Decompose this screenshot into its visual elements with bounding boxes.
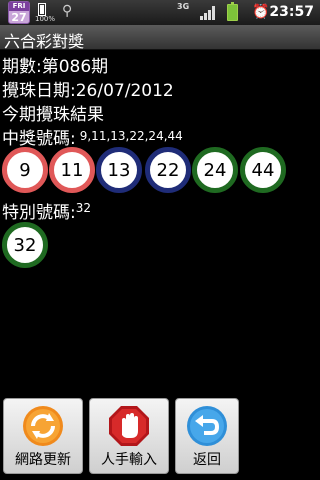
hand-stop-icon xyxy=(109,406,149,446)
winning-numbers-row: 中獎號碼: 9,11,13,22,24,44 xyxy=(2,124,183,149)
usb-icon: ⚲ xyxy=(62,3,73,19)
back-arrow-icon xyxy=(187,406,227,446)
winning-ball: 44 xyxy=(240,147,286,193)
signal-icon xyxy=(200,5,218,20)
alarm-icon: ⏰ xyxy=(252,4,270,20)
back-button[interactable]: 返回 xyxy=(175,398,239,474)
winning-ball: 22 xyxy=(145,147,191,193)
clock: 23:57 xyxy=(269,4,314,20)
winning-ball: 9 xyxy=(2,147,48,193)
winning-label: 中獎號碼: xyxy=(2,129,76,149)
calendar-day-of-week: FRI xyxy=(9,2,29,11)
manual-input-label: 人手輸入 xyxy=(101,452,157,468)
refresh-icon xyxy=(23,406,63,446)
manual-input-button[interactable]: 人手輸入 xyxy=(89,398,169,474)
winning-ball: 11 xyxy=(49,147,95,193)
special-number-row: 特別號碼:32 xyxy=(2,198,91,223)
special-number-text: 32 xyxy=(75,201,92,215)
network-type: 3G xyxy=(177,2,190,11)
special-label: 特別號碼: xyxy=(2,203,76,223)
calendar-day: 27 xyxy=(11,11,27,24)
battery-icon xyxy=(227,2,238,21)
status-bar: FRI 27 100% ⚲ 3G ⏰ 23:57 xyxy=(0,0,320,25)
winning-ball: 24 xyxy=(192,147,238,193)
draw-date-label: 攪珠日期:26/07/2012 xyxy=(2,81,174,101)
small-battery-percent: 100% xyxy=(35,15,56,23)
title-bar: 六合彩對獎 xyxy=(0,25,320,51)
network-update-button[interactable]: 網路更新 xyxy=(3,398,83,474)
period-label: 期數:第086期 xyxy=(2,57,109,77)
app-title: 六合彩對獎 xyxy=(4,32,85,51)
back-label: 返回 xyxy=(193,452,221,468)
network-update-label: 網路更新 xyxy=(15,452,71,468)
winning-ball: 13 xyxy=(96,147,142,193)
calendar-icon: FRI 27 xyxy=(8,1,30,24)
results-heading: 今期攪珠結果 xyxy=(2,105,104,125)
special-ball: 32 xyxy=(2,222,48,268)
winning-numbers-text: 9,11,13,22,24,44 xyxy=(79,129,183,143)
